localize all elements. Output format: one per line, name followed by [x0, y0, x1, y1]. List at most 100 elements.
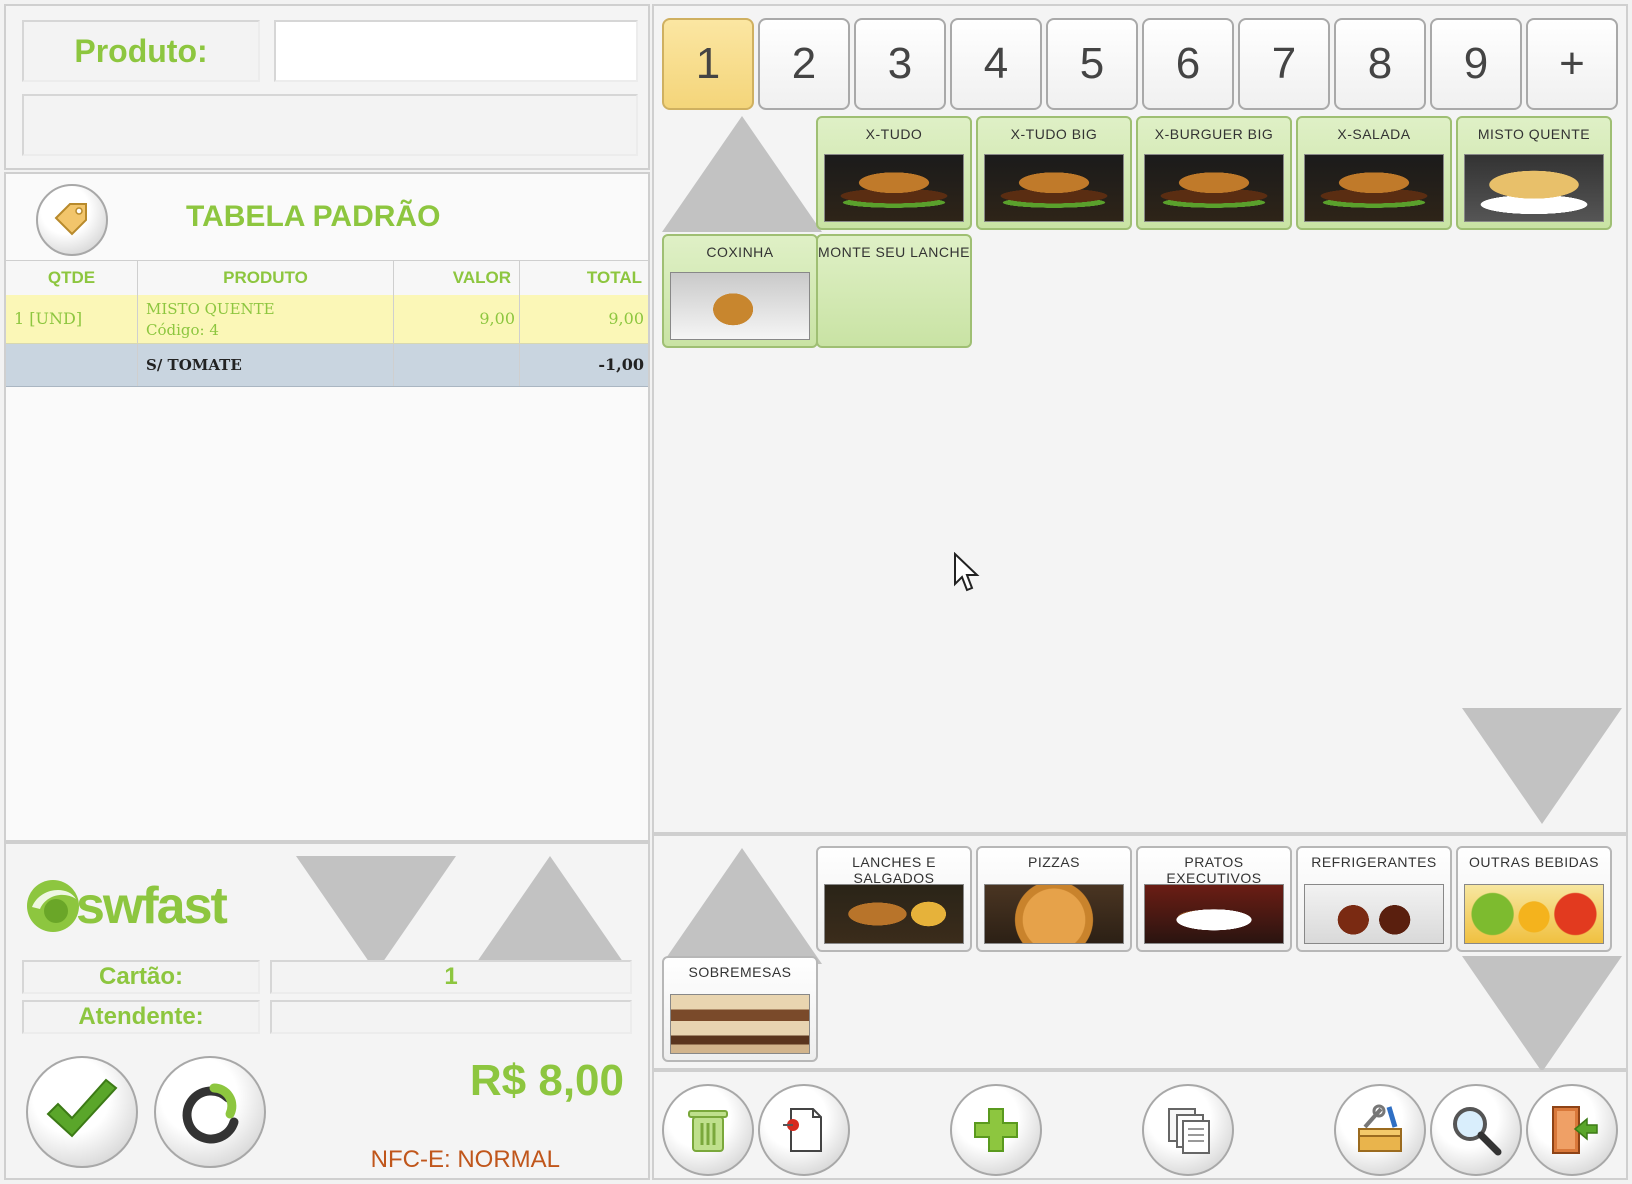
- row-total: 9,00: [608, 309, 644, 328]
- action-toolbar: [652, 1070, 1628, 1180]
- pdv-app: Produto: TABELA PADRÃO QTDE PRODUTO VALO…: [0, 0, 1632, 1184]
- swirl-button[interactable]: [154, 1056, 266, 1168]
- product-panel: Produto:: [4, 4, 650, 170]
- tab-page-3[interactable]: 3: [854, 18, 946, 110]
- order-panel: TABELA PADRÃO QTDE PRODUTO VALOR TOTAL 1…: [4, 172, 650, 842]
- product-tile[interactable]: COXINHA: [662, 234, 818, 348]
- plus-icon: [974, 1108, 1018, 1152]
- product-tile[interactable]: X-TUDO BIG: [976, 116, 1132, 230]
- tab-page-1[interactable]: 1: [662, 18, 754, 110]
- order-scroll-down-button[interactable]: [296, 856, 456, 972]
- documents-icon: [1168, 1108, 1210, 1154]
- swfast-logo-icon: [27, 880, 79, 932]
- price-table-title: TABELA PADRÃO: [186, 200, 441, 233]
- table-row[interactable]: S/ TOMATE -1,00: [6, 344, 648, 387]
- row-product-name: MISTO QUENTE: [146, 300, 275, 318]
- checkmark-icon: [46, 1078, 118, 1138]
- row-qty: 1 [UND]: [6, 295, 138, 343]
- product-label: Produto:: [74, 32, 208, 69]
- tab-page-6[interactable]: 6: [1142, 18, 1234, 110]
- footer-panel: swfast Cartão: 1 Atendente: R$ 8,00 NFC-…: [4, 842, 650, 1180]
- cartao-field[interactable]: 1: [270, 960, 632, 994]
- table-row[interactable]: 1 [UND] MISTO QUENTE Código: 4 9,00 9,00: [6, 295, 648, 344]
- category-tile[interactable]: REFRIGERANTES: [1296, 846, 1452, 952]
- category-tile[interactable]: PIZZAS: [976, 846, 1132, 952]
- brand-logo: swfast: [24, 874, 244, 938]
- product-photo: [1304, 154, 1444, 222]
- brand-name: swfast: [76, 877, 228, 935]
- atendente-label-box: Atendente:: [22, 1000, 260, 1034]
- atendente-field[interactable]: [270, 1000, 632, 1034]
- product-photo: [1144, 154, 1284, 222]
- row-total: -1,00: [598, 355, 644, 374]
- tab-page-4[interactable]: 4: [950, 18, 1042, 110]
- product-tile-label: MONTE SEU LANCHE: [818, 244, 970, 260]
- row-qty: [6, 344, 138, 386]
- category-photo: [670, 994, 810, 1054]
- toolbox-icon: [1358, 1104, 1402, 1152]
- copy-documents-button[interactable]: [1142, 1084, 1234, 1176]
- header-produto: PRODUTO: [138, 261, 394, 295]
- tab-page-9[interactable]: 9: [1430, 18, 1522, 110]
- exit-button[interactable]: [1526, 1084, 1618, 1176]
- nfce-status: NFC-E: NORMAL: [370, 1146, 560, 1173]
- product-tile[interactable]: MISTO QUENTE: [1456, 116, 1612, 230]
- header-total: TOTAL: [586, 268, 642, 287]
- price-table-button[interactable]: [36, 184, 108, 256]
- tools-button[interactable]: [1334, 1084, 1426, 1176]
- product-photo: [984, 154, 1124, 222]
- product-tile[interactable]: MONTE SEU LANCHE: [816, 234, 972, 348]
- row-value: [394, 344, 520, 386]
- product-tile[interactable]: X-BURGUER BIG: [1136, 116, 1292, 230]
- header-qtde: QTDE: [6, 261, 138, 295]
- delete-item-button[interactable]: [662, 1084, 754, 1176]
- row-product-name: S/ TOMATE: [138, 344, 394, 386]
- cartao-value: 1: [444, 963, 458, 990]
- product-tile[interactable]: X-SALADA: [1296, 116, 1452, 230]
- mouse-cursor-icon: [954, 552, 980, 592]
- product-label-box: Produto:: [22, 20, 260, 82]
- product-tile[interactable]: X-TUDO: [816, 116, 972, 230]
- product-photo: [1464, 154, 1604, 222]
- tag-icon: [54, 203, 87, 236]
- trash-icon: [688, 1110, 728, 1152]
- order-scroll-up-button[interactable]: [470, 856, 630, 972]
- products-scroll-up-button[interactable]: [662, 116, 822, 232]
- row-product: MISTO QUENTE Código: 4: [138, 295, 394, 343]
- categories-scroll-up-button[interactable]: [662, 848, 822, 964]
- tab-page-7[interactable]: 7: [1238, 18, 1330, 110]
- category-tile[interactable]: LANCHES E SALGADOS: [816, 846, 972, 952]
- product-photo: [824, 154, 964, 222]
- cartao-label: Cartão:: [98, 963, 183, 990]
- products-scroll-down-button[interactable]: [1462, 708, 1622, 824]
- order-total: R$ 8,00: [469, 1056, 624, 1105]
- cartao-label-box: Cartão:: [22, 960, 260, 994]
- tab-add-page[interactable]: +: [1526, 18, 1618, 110]
- attach-document-button[interactable]: [758, 1084, 850, 1176]
- category-photo: [1304, 884, 1444, 944]
- tab-page-5[interactable]: 5: [1046, 18, 1138, 110]
- search-button[interactable]: [1430, 1084, 1522, 1176]
- products-panel: 1 2 3 4 5 6 7 8 9 + X-TUDO X-TUDO BIG X-BURGUER BIG…: [652, 4, 1628, 834]
- document-pin-icon: [783, 1108, 822, 1152]
- categories-panel: LANCHES E SALGADOS PIZZAS PRATOS EXECUTIVO…: [652, 834, 1628, 1072]
- tab-page-8[interactable]: 8: [1334, 18, 1426, 110]
- category-photo: [1464, 884, 1604, 944]
- confirm-button[interactable]: [26, 1056, 138, 1168]
- swirl-icon: [182, 1083, 239, 1144]
- product-input[interactable]: [274, 20, 638, 82]
- add-button[interactable]: [950, 1084, 1042, 1176]
- row-value: 9,00: [394, 295, 520, 343]
- category-tile[interactable]: SOBREMESAS: [662, 956, 818, 1062]
- product-description: [22, 94, 638, 156]
- header-valor: VALOR: [394, 261, 520, 295]
- category-tile[interactable]: OUTRAS BEBIDAS: [1456, 846, 1612, 952]
- atendente-label: Atendente:: [78, 1003, 204, 1030]
- categories-scroll-down-button[interactable]: [1462, 956, 1622, 1072]
- category-photo: [1144, 884, 1284, 944]
- category-photo: [824, 884, 964, 944]
- row-product-code: Código: 4: [146, 321, 219, 339]
- tab-page-2[interactable]: 2: [758, 18, 850, 110]
- exit-door-icon: [1552, 1106, 1598, 1154]
- category-tile[interactable]: PRATOS EXECUTIVOS: [1136, 846, 1292, 952]
